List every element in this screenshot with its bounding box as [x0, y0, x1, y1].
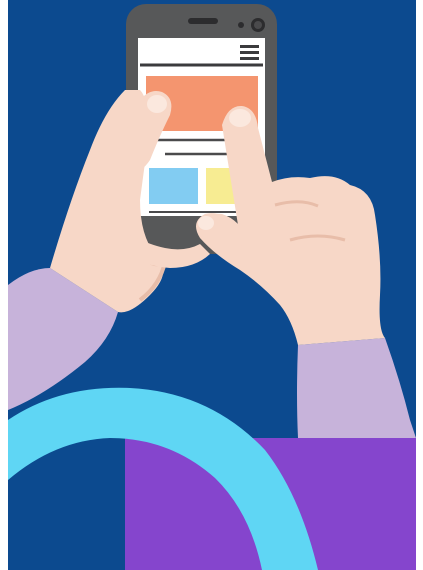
menu-icon: [240, 45, 259, 60]
left-thumbnail: [147, 95, 167, 113]
illustration-canvas: [0, 0, 423, 570]
speaker-icon: [188, 18, 218, 24]
illustration: [0, 0, 423, 570]
right-fingernail: [229, 109, 251, 127]
tile-left: [149, 168, 198, 204]
right-thumbnail: [198, 216, 214, 230]
